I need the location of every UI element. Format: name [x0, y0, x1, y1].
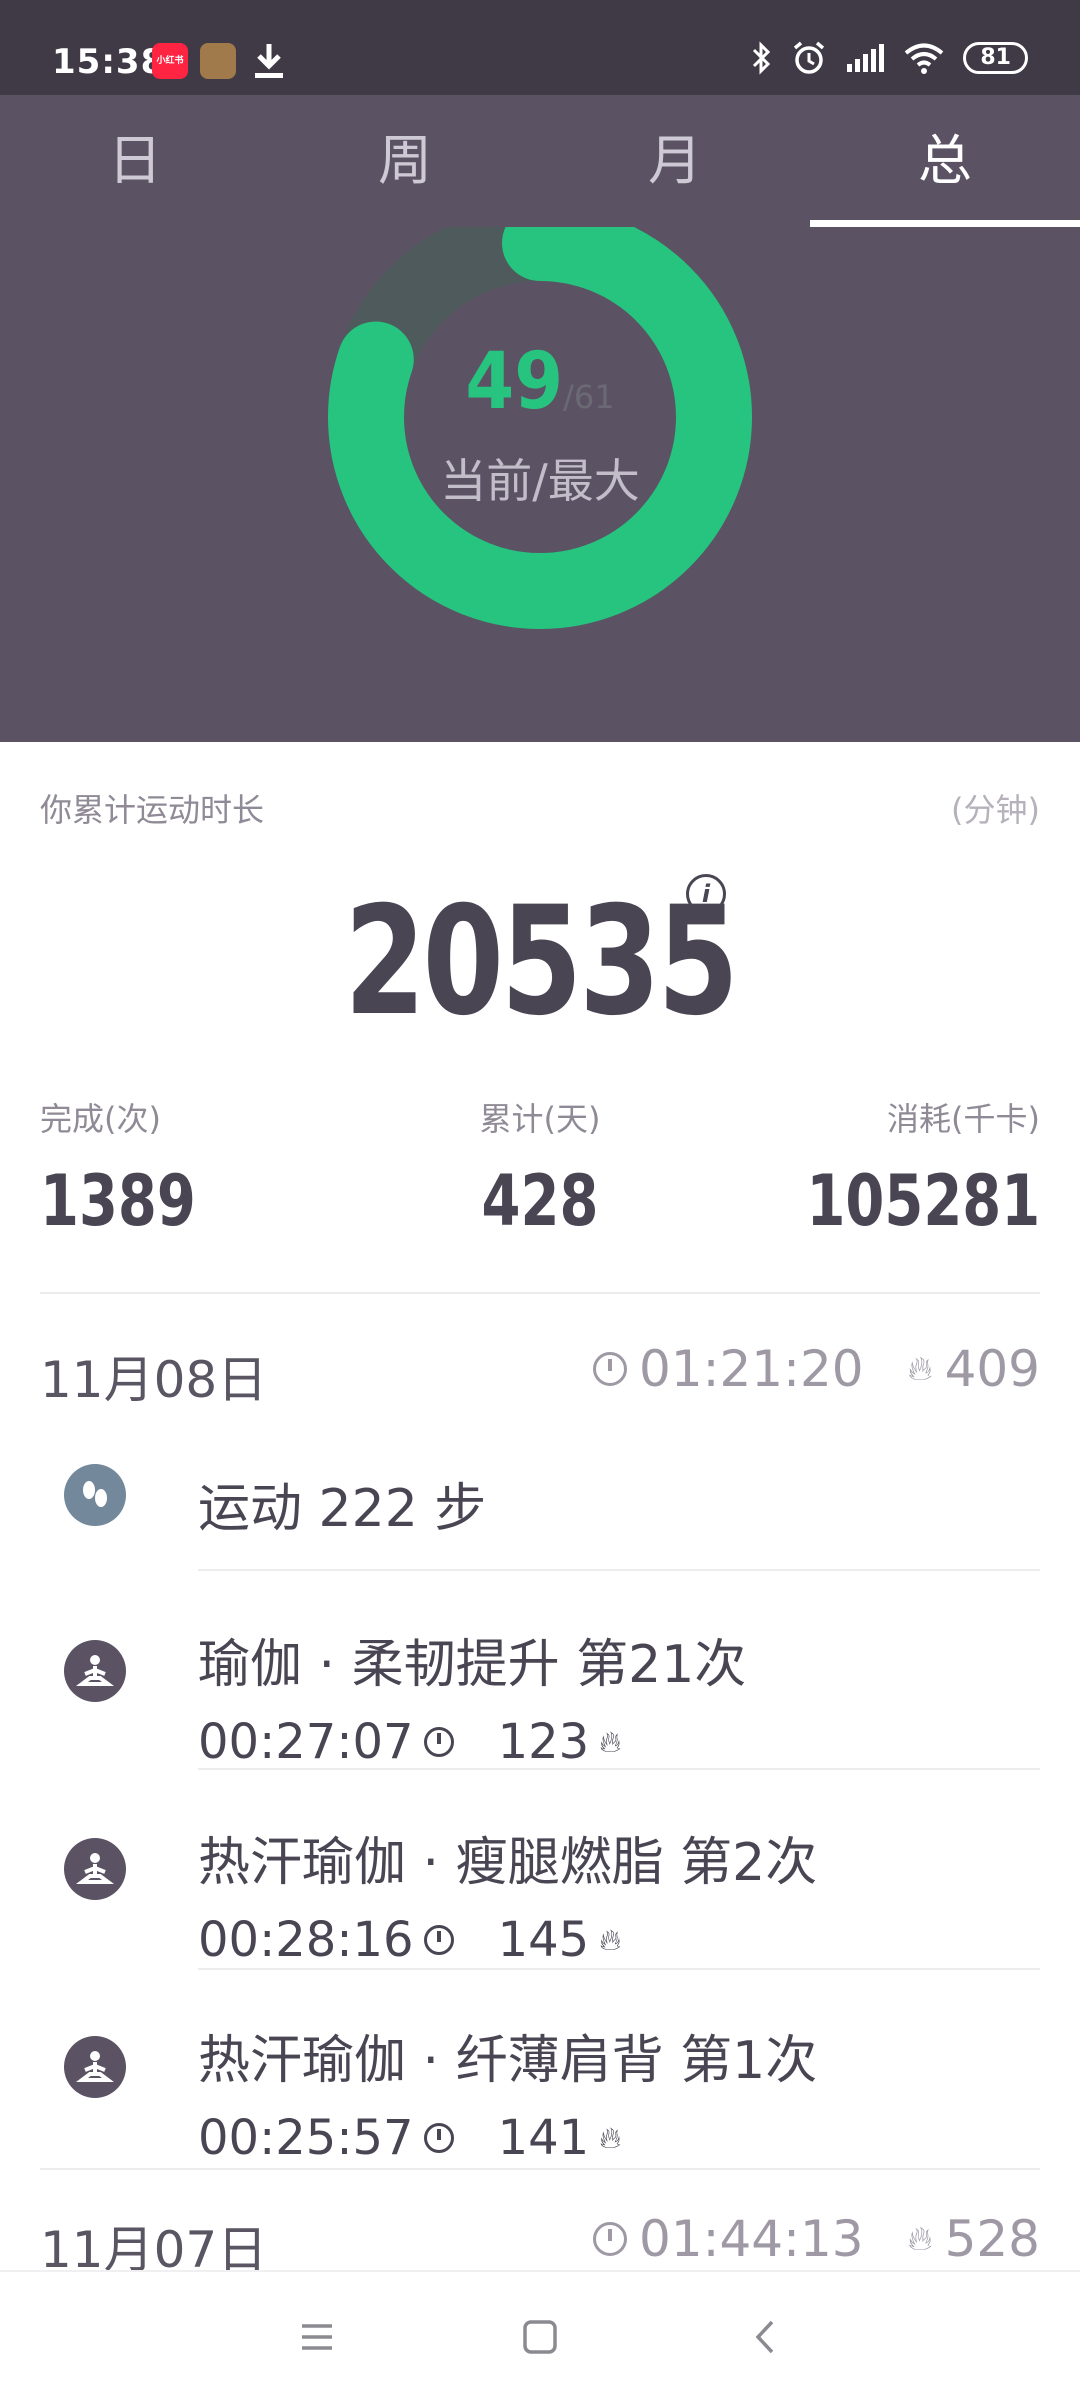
activity-title: 运动 222 步: [198, 1479, 487, 1539]
home-square-icon[interactable]: [515, 2312, 565, 2362]
flame-icon: 🔥︎: [907, 1349, 933, 1389]
xiaohongshu-app-icon: 小红书: [152, 43, 188, 79]
activity-meta: 00:27:07 123 🔥︎: [198, 1714, 621, 1770]
activity-calories: 123: [497, 1714, 590, 1770]
activity-calories: 145: [497, 1912, 590, 1968]
tab-day[interactable]: 日: [0, 95, 270, 227]
xiaohongshu-label: 小红书: [156, 56, 184, 66]
bluetooth-icon: [753, 41, 771, 75]
alarm-icon: [794, 41, 825, 74]
total-duration-value: 20535: [344, 875, 739, 1049]
back-chevron-icon[interactable]: [742, 2312, 792, 2362]
activity-meta: 00:25:57 141 🔥︎: [198, 2110, 621, 2166]
activity-title: 热汗瑜伽 · 纤薄肩背 第1次: [198, 2031, 818, 2091]
signal-icon: [847, 44, 885, 72]
total-duration-title: 你累计运动时长: [40, 791, 265, 829]
total-duration-unit: (分钟): [951, 791, 1040, 829]
flame-icon: 🔥︎: [599, 2120, 622, 2156]
tab-month[interactable]: 月: [540, 95, 810, 227]
divider: [198, 1569, 1040, 1571]
ring-values: 49/61: [0, 337, 1080, 427]
status-time: 15:38: [52, 42, 166, 82]
day-summary: 01:21:20 🔥︎ 409: [593, 1340, 1040, 1398]
clock-icon: [423, 1727, 454, 1757]
yoga-icon: [64, 1640, 126, 1702]
day-calories: 409: [944, 1340, 1040, 1398]
tab-total[interactable]: 总: [810, 95, 1080, 227]
day-duration: 01:21:20: [639, 1340, 864, 1398]
menu-icon[interactable]: [292, 2312, 342, 2362]
status-right: 81: [751, 40, 1028, 76]
clock-icon: [593, 2222, 628, 2256]
clock-icon: [423, 2123, 454, 2153]
calories-label: 消耗(千卡): [887, 1100, 1040, 1138]
divider: [40, 1292, 1040, 1294]
max-streak: /61: [563, 378, 615, 416]
divider: [198, 1968, 1040, 1970]
streak-ring-panel: 49/61 当前/最大: [0, 227, 1080, 742]
activity-calories: 141: [497, 2110, 590, 2166]
flame-icon: 🔥︎: [599, 1922, 622, 1958]
day-date: 11月08日: [40, 1351, 268, 1409]
divider: [40, 2168, 1040, 2170]
clock-icon: [423, 1925, 454, 1955]
clock-icon: [593, 1352, 628, 1386]
activity-title: 瑜伽 · 柔韧提升 第21次: [198, 1635, 747, 1695]
game-app-icon: [200, 43, 236, 79]
day-summary: 01:44:13 🔥︎ 528: [593, 2210, 1040, 2268]
yoga-icon: [64, 2036, 126, 2098]
system-nav-bar: [0, 2270, 1080, 2402]
activity-duration: 00:25:57: [198, 2110, 414, 2166]
yoga-icon: [64, 1838, 126, 1900]
day-calories: 528: [944, 2210, 1040, 2268]
day-duration: 01:44:13: [639, 2210, 864, 2268]
current-streak: 49: [465, 337, 564, 427]
calories-value: 105281: [806, 1160, 1040, 1242]
flame-icon: 🔥︎: [599, 1724, 622, 1760]
activity-title: 热汗瑜伽 · 瘦腿燃脂 第2次: [198, 1833, 818, 1893]
flame-icon: 🔥︎: [907, 2219, 933, 2259]
activity-duration: 00:28:16: [198, 1912, 414, 1968]
activity-meta: 00:28:16 145 🔥︎: [198, 1912, 621, 1968]
activity-duration: 00:27:07: [198, 1714, 414, 1770]
battery-indicator: 81: [963, 42, 1028, 74]
divider: [198, 1768, 1040, 1770]
download-icon: [255, 44, 283, 78]
tab-week[interactable]: 周: [270, 95, 540, 227]
status-bar: 15:38 小红书 81: [0, 0, 1080, 95]
ring-label: 当前/最大: [440, 454, 640, 508]
info-icon[interactable]: i: [686, 874, 726, 914]
period-tabs: 日 周 月 总: [0, 95, 1080, 227]
footprints-icon: [64, 1464, 126, 1526]
wifi-icon: [905, 43, 944, 74]
